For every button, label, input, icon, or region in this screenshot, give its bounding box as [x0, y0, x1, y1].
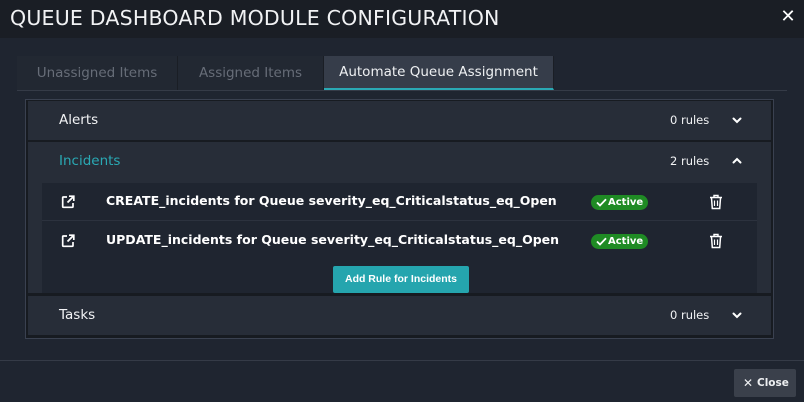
check-icon [596, 237, 607, 246]
status-badge: Active [591, 195, 648, 210]
section-tasks: Tasks 0 rules [28, 296, 771, 335]
rules-panel: Alerts 0 rules Incidents 2 rules CREATE_… [25, 99, 774, 339]
section-alerts: Alerts 0 rules [28, 101, 771, 140]
modal-body: Unassigned Items Assigned Items Automate… [0, 38, 804, 360]
section-tasks-count: 0 rules [670, 308, 710, 322]
close-icon[interactable]: ✕ [779, 6, 797, 28]
external-link-icon[interactable] [61, 194, 75, 209]
status-badge: Active [591, 234, 648, 249]
status-badge-label: Active [608, 236, 644, 247]
section-tasks-header[interactable]: Tasks 0 rules [28, 296, 771, 335]
trash-icon[interactable] [709, 194, 723, 210]
section-incidents-count: 2 rules [670, 154, 710, 168]
tab-bar: Unassigned Items Assigned Items Automate… [17, 56, 554, 90]
status-badge-label: Active [608, 197, 644, 208]
section-alerts-title: Alerts [59, 112, 99, 128]
section-alerts-count: 0 rules [670, 113, 710, 127]
section-incidents-title: Incidents [59, 153, 121, 169]
chevron-down-icon[interactable] [731, 309, 743, 321]
modal-title: QUEUE DASHBOARD MODULE CONFIGURATION [10, 6, 500, 30]
rule-name: UPDATE_incidents for Queue severity_eq_C… [106, 232, 560, 247]
close-button[interactable]: ✕ Close [734, 369, 796, 397]
chevron-down-icon[interactable] [731, 114, 743, 126]
chevron-up-icon[interactable] [731, 155, 743, 167]
modal-footer: ✕ Close [0, 360, 804, 402]
close-button-label: Close [757, 377, 789, 389]
section-incidents-header[interactable]: Incidents 2 rules [28, 142, 771, 181]
rule-name: CREATE_incidents for Queue severity_eq_C… [106, 193, 557, 208]
tab-automate-queue-assignment[interactable]: Automate Queue Assignment [324, 56, 554, 90]
external-link-icon[interactable] [61, 233, 75, 248]
section-incidents: Incidents 2 rules CREATE_incidents for Q… [28, 142, 771, 293]
tab-assigned-items[interactable]: Assigned Items [178, 56, 324, 90]
close-icon: ✕ [743, 376, 754, 390]
rule-row: CREATE_incidents for Queue severity_eq_C… [42, 183, 757, 221]
incidents-rules-list: CREATE_incidents for Queue severity_eq_C… [42, 183, 757, 293]
rule-row: UPDATE_incidents for Queue severity_eq_C… [42, 222, 757, 260]
check-icon [596, 198, 607, 207]
queue-config-modal: QUEUE DASHBOARD MODULE CONFIGURATION ✕ U… [0, 0, 804, 402]
modal-header: QUEUE DASHBOARD MODULE CONFIGURATION ✕ [0, 0, 804, 38]
tabs-divider [17, 90, 787, 91]
tab-unassigned-items[interactable]: Unassigned Items [17, 56, 178, 90]
section-alerts-header[interactable]: Alerts 0 rules [28, 101, 771, 140]
trash-icon[interactable] [709, 233, 723, 249]
section-tasks-title: Tasks [59, 307, 96, 323]
add-rule-button[interactable]: Add Rule for Incidents [333, 266, 469, 293]
